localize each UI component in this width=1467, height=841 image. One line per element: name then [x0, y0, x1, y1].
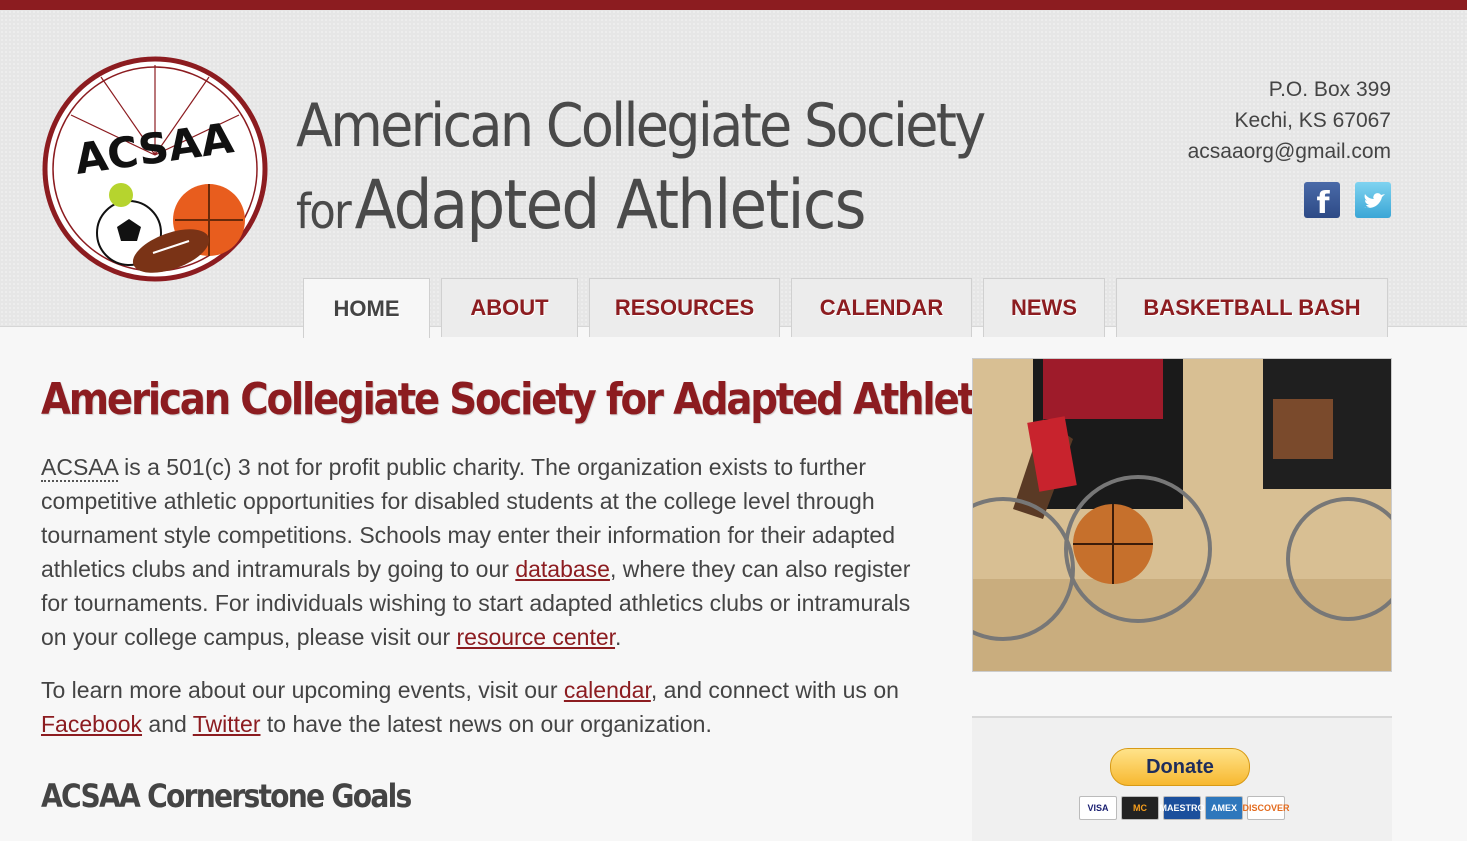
nav-calendar[interactable]: CALENDAR — [791, 278, 972, 337]
top-accent-bar — [0, 0, 1467, 10]
maestro-card-icon: MAESTRO — [1160, 796, 1205, 820]
site-name: American Collegiate Society for Adapted … — [296, 86, 1060, 263]
nav-basketball-bash[interactable]: BASKETBALL BASH — [1116, 278, 1388, 337]
site-name-line2: for Adapted Athletics — [296, 166, 866, 245]
main-content: American Collegiate Society for Adapted … — [41, 372, 1029, 815]
discover-card-icon: DISCOVER — [1243, 796, 1290, 820]
city-zip: Kechi, KS 67067 — [1234, 109, 1391, 132]
social-links: f — [1304, 182, 1391, 221]
po-box: P.O. Box 399 — [1268, 78, 1391, 101]
nav-resources[interactable]: RESOURCES — [589, 278, 780, 337]
database-link[interactable]: database — [515, 556, 610, 582]
calendar-link[interactable]: calendar — [564, 677, 651, 703]
facebook-icon[interactable]: f — [1304, 182, 1340, 221]
main-nav: HOME ABOUT RESOURCES CALENDAR NEWS BASKE… — [303, 278, 1388, 338]
nav-about[interactable]: ABOUT — [441, 278, 578, 337]
goals-heading: ACSAA Cornerstone Goals — [41, 777, 412, 815]
mastercard-icon: MC — [1121, 796, 1159, 820]
donate-button[interactable]: Donate — [1110, 748, 1250, 786]
facebook-link[interactable]: Facebook — [41, 711, 142, 737]
site-name-line1: American Collegiate Society — [296, 91, 986, 161]
events-paragraph: To learn more about our upcoming events,… — [41, 677, 899, 737]
resource-center-link[interactable]: resource center — [457, 624, 616, 650]
nav-home[interactable]: HOME — [303, 278, 430, 338]
twitter-icon[interactable] — [1355, 182, 1391, 218]
contact-info: P.O. Box 399 Kechi, KS 67067 acsaaorg@gm… — [1188, 74, 1391, 167]
site-header: ACSAA American Collegiate Society for Ad… — [0, 10, 1467, 338]
amex-card-icon: AMEX — [1205, 796, 1243, 820]
acsaa-abbr: ACSAA — [41, 454, 118, 482]
page-title: American Collegiate Society for Adapted … — [41, 374, 1029, 425]
intro-paragraph: ACSAA is a 501(c) 3 not for profit publi… — [41, 454, 911, 650]
payment-cards: VISA MC MAESTRO AMEX DISCOVER — [1079, 796, 1290, 820]
wheelchair-basketball-photo — [972, 358, 1392, 672]
visa-card-icon: VISA — [1079, 796, 1117, 820]
acsaa-logo[interactable]: ACSAA — [41, 55, 269, 283]
email-address[interactable]: acsaaorg@gmail.com — [1188, 136, 1391, 167]
svg-text:f: f — [1316, 186, 1330, 218]
donate-box: Donate VISA MC MAESTRO AMEX DISCOVER — [972, 716, 1392, 841]
twitter-link[interactable]: Twitter — [193, 711, 261, 737]
nav-news[interactable]: NEWS — [983, 278, 1105, 337]
